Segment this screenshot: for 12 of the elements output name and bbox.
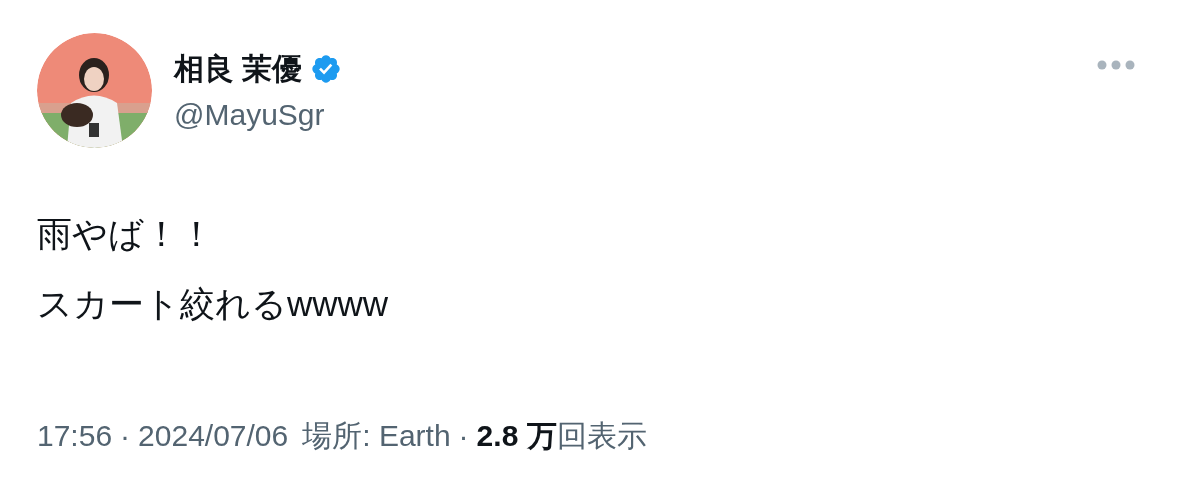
separator-dot: · xyxy=(120,418,131,454)
more-icon[interactable] xyxy=(1096,59,1136,71)
tweet-date[interactable]: 2024/07/06 xyxy=(138,416,289,456)
views-label: 回表示 xyxy=(556,418,647,454)
tweet-text-line: 雨やば！！ xyxy=(37,213,214,255)
separator-dot: · xyxy=(458,418,469,454)
tweet-location: 場所: Earth xyxy=(302,418,451,454)
view-count: 2.8 万 xyxy=(476,418,557,454)
author-handle[interactable]: @MayuSgr xyxy=(174,95,343,135)
tweet-time[interactable]: 17:56 xyxy=(37,416,113,456)
author-name[interactable]: 相良 茉優 xyxy=(174,49,303,89)
tweet-text-line: スカート絞れるwwww xyxy=(37,283,389,325)
